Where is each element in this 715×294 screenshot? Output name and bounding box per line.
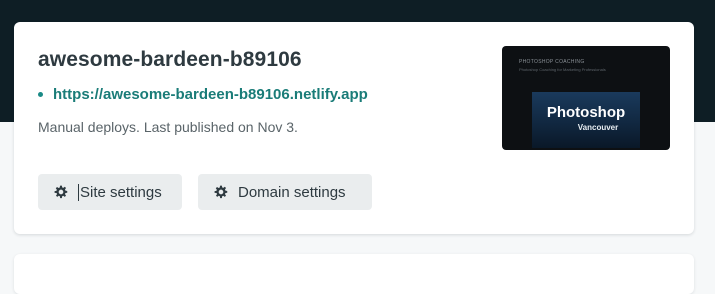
bullet-dot bbox=[38, 92, 43, 97]
domain-settings-button[interactable]: Domain settings bbox=[198, 174, 372, 210]
site-settings-label: Site settings bbox=[80, 183, 162, 201]
deploy-status: Manual deploys. Last published on Nov 3. bbox=[38, 119, 298, 135]
site-settings-button[interactable]: Site settings bbox=[38, 174, 182, 210]
next-site-card bbox=[14, 254, 694, 294]
site-name[interactable]: awesome-bardeen-b89106 bbox=[38, 48, 302, 72]
gear-icon bbox=[54, 185, 68, 199]
site-url-row: https://awesome-bardeen-b89106.netlify.a… bbox=[38, 86, 368, 103]
preview-subtitle: Vancouver bbox=[577, 123, 619, 132]
site-card: awesome-bardeen-b89106 https://awesome-b… bbox=[14, 22, 694, 234]
site-url-link[interactable]: https://awesome-bardeen-b89106.netlify.a… bbox=[53, 86, 368, 103]
domain-settings-label: Domain settings bbox=[238, 183, 346, 201]
preview-title: Photoshop bbox=[546, 104, 626, 121]
preview-header: PHOTOSHOP COACHING bbox=[519, 59, 585, 65]
preview-subheader: Photoshop Coaching for Marketing Profess… bbox=[519, 67, 606, 72]
text-cursor bbox=[78, 183, 79, 201]
gear-icon bbox=[214, 185, 228, 199]
site-preview-thumbnail[interactable]: PHOTOSHOP COACHING Photoshop Coaching fo… bbox=[502, 46, 670, 150]
